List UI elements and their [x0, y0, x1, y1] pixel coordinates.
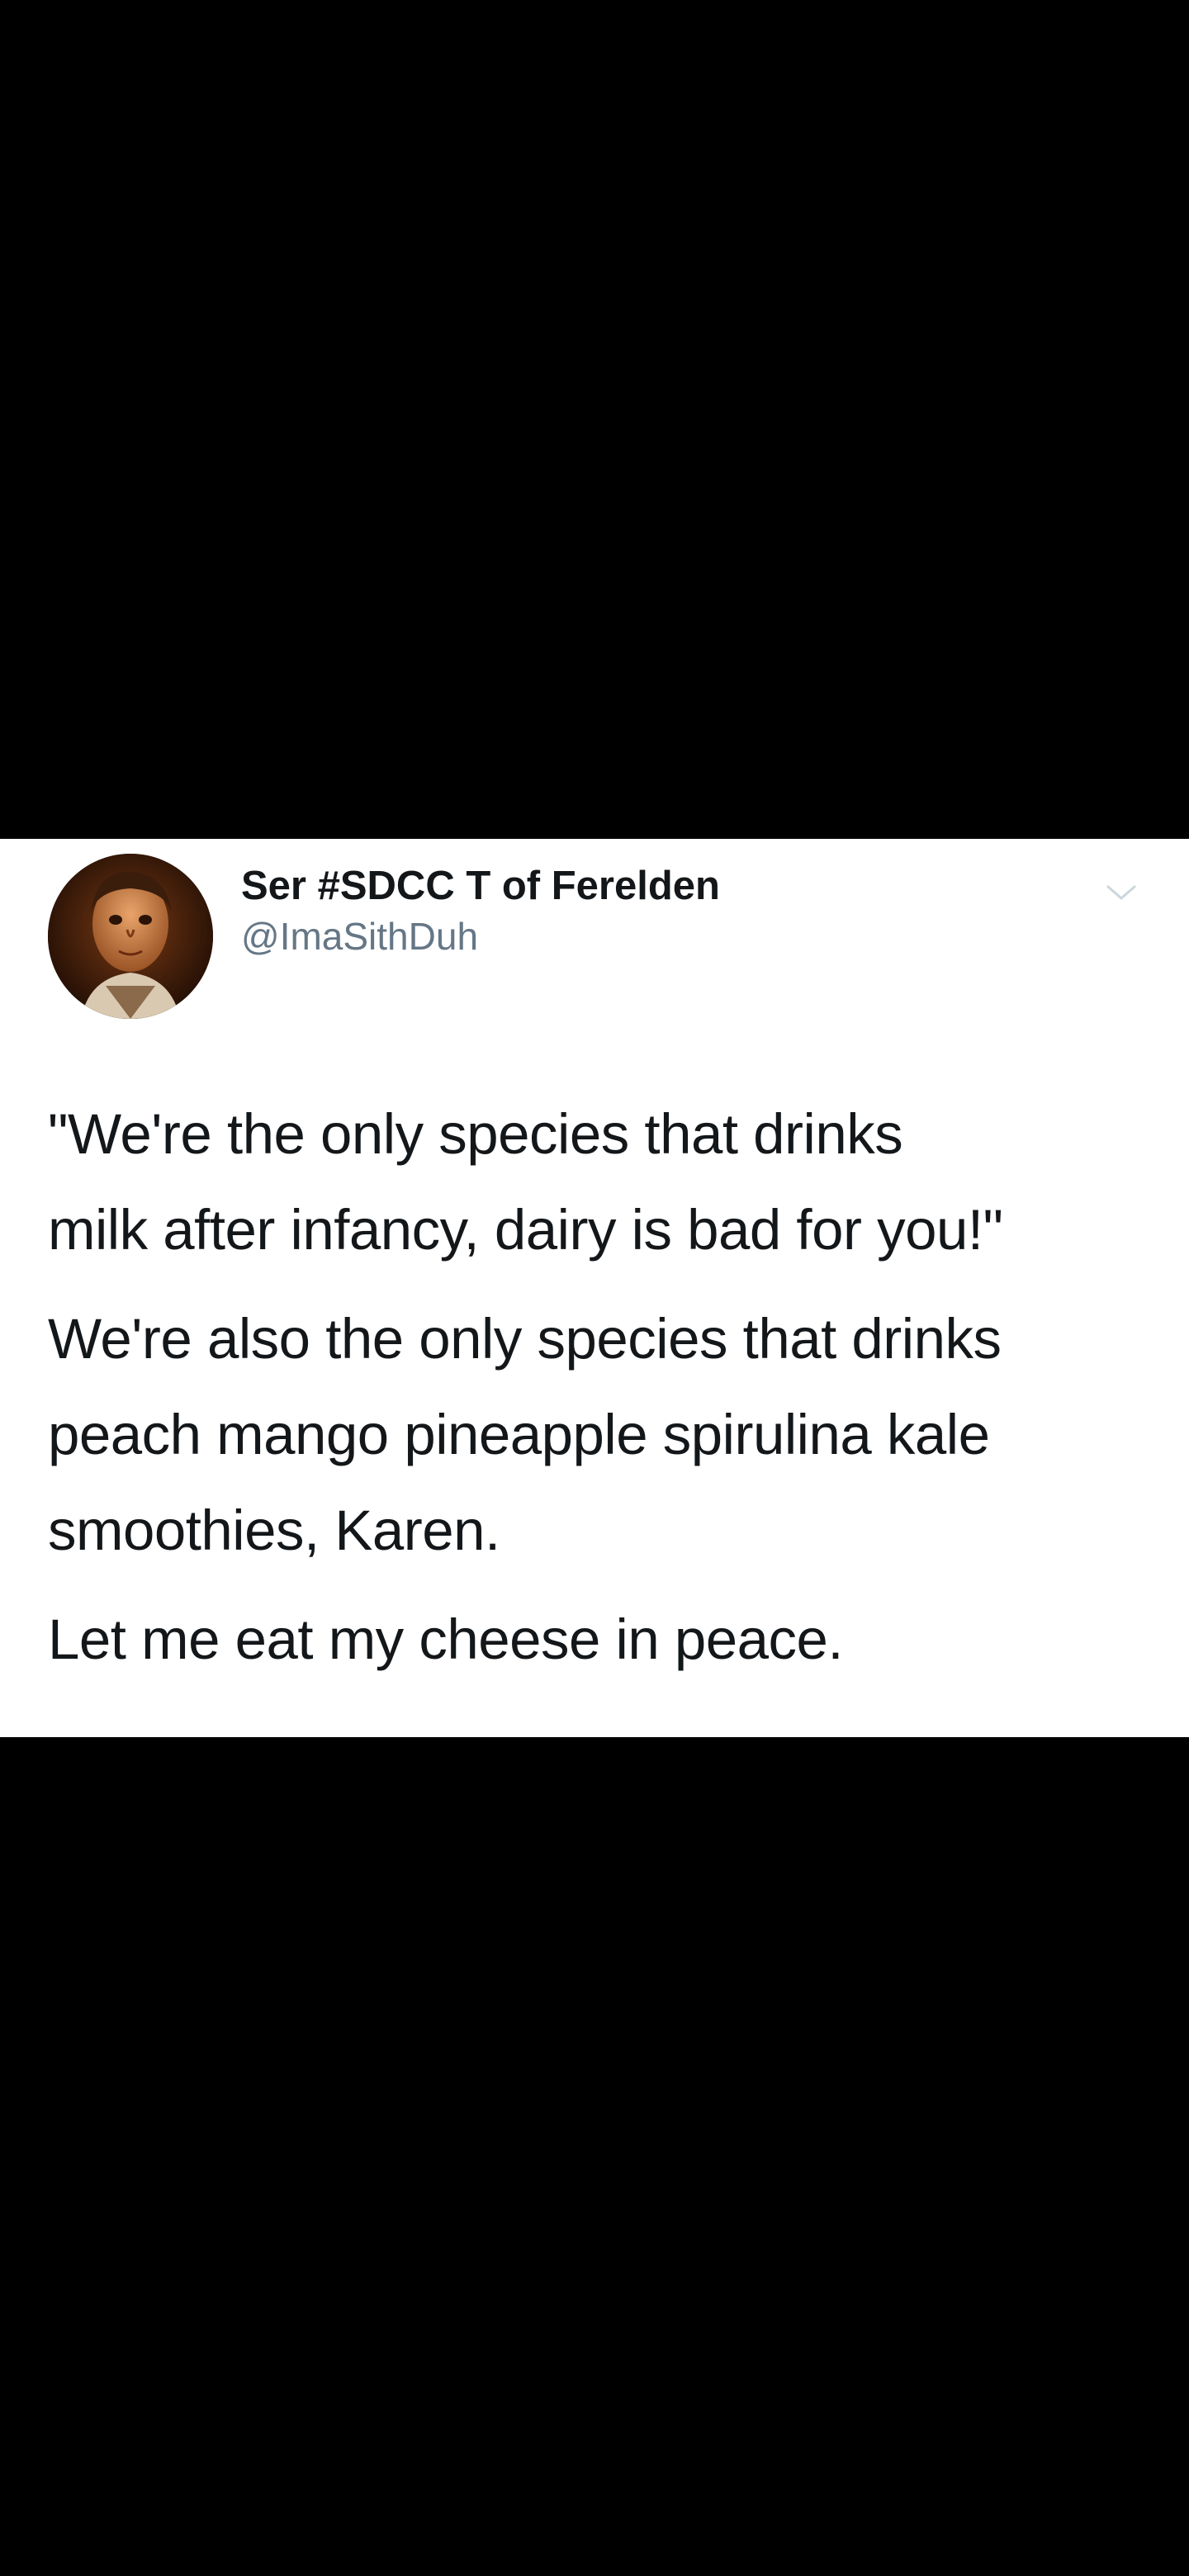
tweet-paragraph-1: "We're the only species that drinks milk… — [48, 1102, 1003, 1262]
chevron-down-icon[interactable] — [1103, 882, 1139, 905]
tweet-card: Ser #SDCC T of Ferelden @ImaSithDuh "We'… — [0, 839, 1189, 1737]
user-avatar[interactable] — [48, 854, 213, 1019]
screenshot-page: Ser #SDCC T of Ferelden @ImaSithDuh "We'… — [0, 0, 1189, 2576]
tweet-paragraph-2: We're also the only species that drinks … — [48, 1307, 1002, 1562]
author-handle[interactable]: @ImaSithDuh — [241, 914, 720, 959]
author-display-name[interactable]: Ser #SDCC T of Ferelden — [241, 862, 720, 911]
avatar-portrait-icon — [48, 854, 213, 1019]
tweet-text: "We're the only species that drinks milk… — [48, 1087, 1154, 1701]
tweet-paragraph-3: Let me eat my cheese in peace. — [48, 1608, 844, 1671]
author-info: Ser #SDCC T of Ferelden @ImaSithDuh — [241, 862, 720, 959]
